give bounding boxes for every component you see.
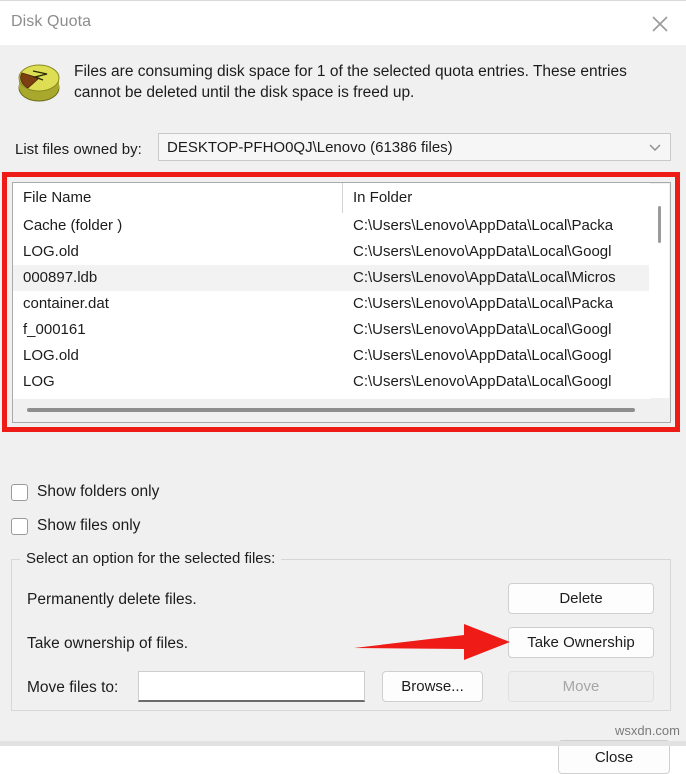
show-files-only-label: Show files only: [37, 517, 141, 534]
checkbox-box-icon: [11, 517, 28, 535]
disk-quota-dialog: Disk Quota Files are consuming disk spac…: [0, 0, 686, 774]
file-name-cell: f_000161: [23, 321, 86, 338]
take-ownership-of-files-label: Take ownership of files.: [27, 635, 189, 652]
title-bar: Disk Quota: [0, 0, 686, 45]
browse-button[interactable]: Browse...: [382, 671, 483, 702]
take-ownership-button[interactable]: Take Ownership: [508, 627, 654, 658]
window-title: Disk Quota: [11, 13, 92, 30]
quota-message-text: Files are consuming disk space for 1 of …: [74, 63, 627, 101]
in-folder-cell: C:\Users\Lenovo\AppData\Local\Packa: [353, 217, 614, 234]
show-files-only-checkbox[interactable]: Show files only: [11, 517, 140, 535]
file-list-header: File Name In Folder: [13, 183, 650, 213]
show-folders-only-checkbox[interactable]: Show folders only: [11, 483, 159, 501]
close-window-button[interactable]: [634, 1, 686, 46]
file-name-cell: LOG.old: [23, 347, 79, 364]
file-list-row[interactable]: 000897.ldb C:\Users\Lenovo\AppData\Local\…: [13, 265, 650, 291]
file-name-cell: LOG.old: [23, 243, 79, 260]
chevron-down-icon: [640, 139, 670, 155]
options-group-legend: Select an option for the selected files:: [20, 550, 282, 567]
file-list-rows: Cache (folder ) C:\Users\Lenovo\AppData\L…: [13, 213, 650, 395]
in-folder-cell: C:\Users\Lenovo\AppData\Local\Googl: [353, 373, 612, 390]
column-header-in-folder[interactable]: In Folder: [343, 183, 650, 213]
move-files-to-input[interactable]: [139, 672, 364, 700]
list-files-owned-by-label: List files owned by:: [15, 141, 142, 158]
file-list-vertical-scrollbar[interactable]: [649, 184, 669, 398]
horizontal-scrollbar-thumb[interactable]: [27, 408, 635, 412]
column-header-file-name[interactable]: File Name: [13, 183, 343, 213]
file-name-cell: 000897.ldb: [23, 269, 98, 286]
dialog-body: Files are consuming disk space for 1 of …: [0, 45, 686, 774]
footer-strip: [0, 741, 686, 746]
delete-button[interactable]: Delete: [508, 583, 654, 614]
file-list[interactable]: File Name In Folder Cache (folder ) C:\Us…: [12, 182, 671, 423]
file-name-cell: Cache (folder ): [23, 217, 123, 234]
in-folder-cell: C:\Users\Lenovo\AppData\Local\Googl: [353, 321, 612, 338]
file-list-row[interactable]: f_000161 C:\Users\Lenovo\AppData\Local\Go…: [13, 317, 650, 343]
file-list-row[interactable]: LOG.old C:\Users\Lenovo\AppData\Local\Goo…: [13, 239, 650, 265]
show-folders-only-label: Show folders only: [37, 483, 160, 500]
move-files-to-field[interactable]: [138, 671, 365, 702]
file-list-horizontal-scrollbar[interactable]: [14, 400, 669, 421]
disk-quota-pie-icon: [18, 64, 60, 102]
owner-dropdown-value: DESKTOP-PFHO0QJ\Lenovo (61386 files): [167, 138, 453, 156]
file-list-row[interactable]: LOG C:\Users\Lenovo\AppData\Local\Googl: [13, 369, 650, 395]
owner-dropdown[interactable]: DESKTOP-PFHO0QJ\Lenovo (61386 files): [158, 133, 671, 161]
permanently-delete-files-label: Permanently delete files.: [27, 591, 197, 608]
in-folder-cell: C:\Users\Lenovo\AppData\Local\Googl: [353, 243, 612, 260]
move-button[interactable]: Move: [508, 671, 654, 702]
close-x-icon: [652, 15, 668, 32]
file-list-row[interactable]: container.dat C:\Users\Lenovo\AppData\Loc…: [13, 291, 650, 317]
file-name-cell: LOG: [23, 373, 55, 390]
in-folder-cell: C:\Users\Lenovo\AppData\Local\Googl: [353, 347, 612, 364]
file-name-cell: container.dat: [23, 295, 109, 312]
move-files-to-label: Move files to:: [27, 679, 119, 696]
checkbox-box-icon: [11, 483, 28, 501]
in-folder-cell: C:\Users\Lenovo\AppData\Local\Packa: [353, 295, 614, 312]
file-list-row[interactable]: Cache (folder ) C:\Users\Lenovo\AppData\L…: [13, 213, 650, 239]
file-list-viewport: File Name In Folder Cache (folder ) C:\Us…: [13, 183, 650, 399]
site-watermark: wsxdn.com: [614, 723, 680, 738]
file-list-row[interactable]: LOG.old C:\Users\Lenovo\AppData\Local\Goo…: [13, 343, 650, 369]
vertical-scrollbar-thumb[interactable]: [658, 206, 661, 243]
in-folder-cell: C:\Users\Lenovo\AppData\Local\Micros: [353, 269, 616, 286]
